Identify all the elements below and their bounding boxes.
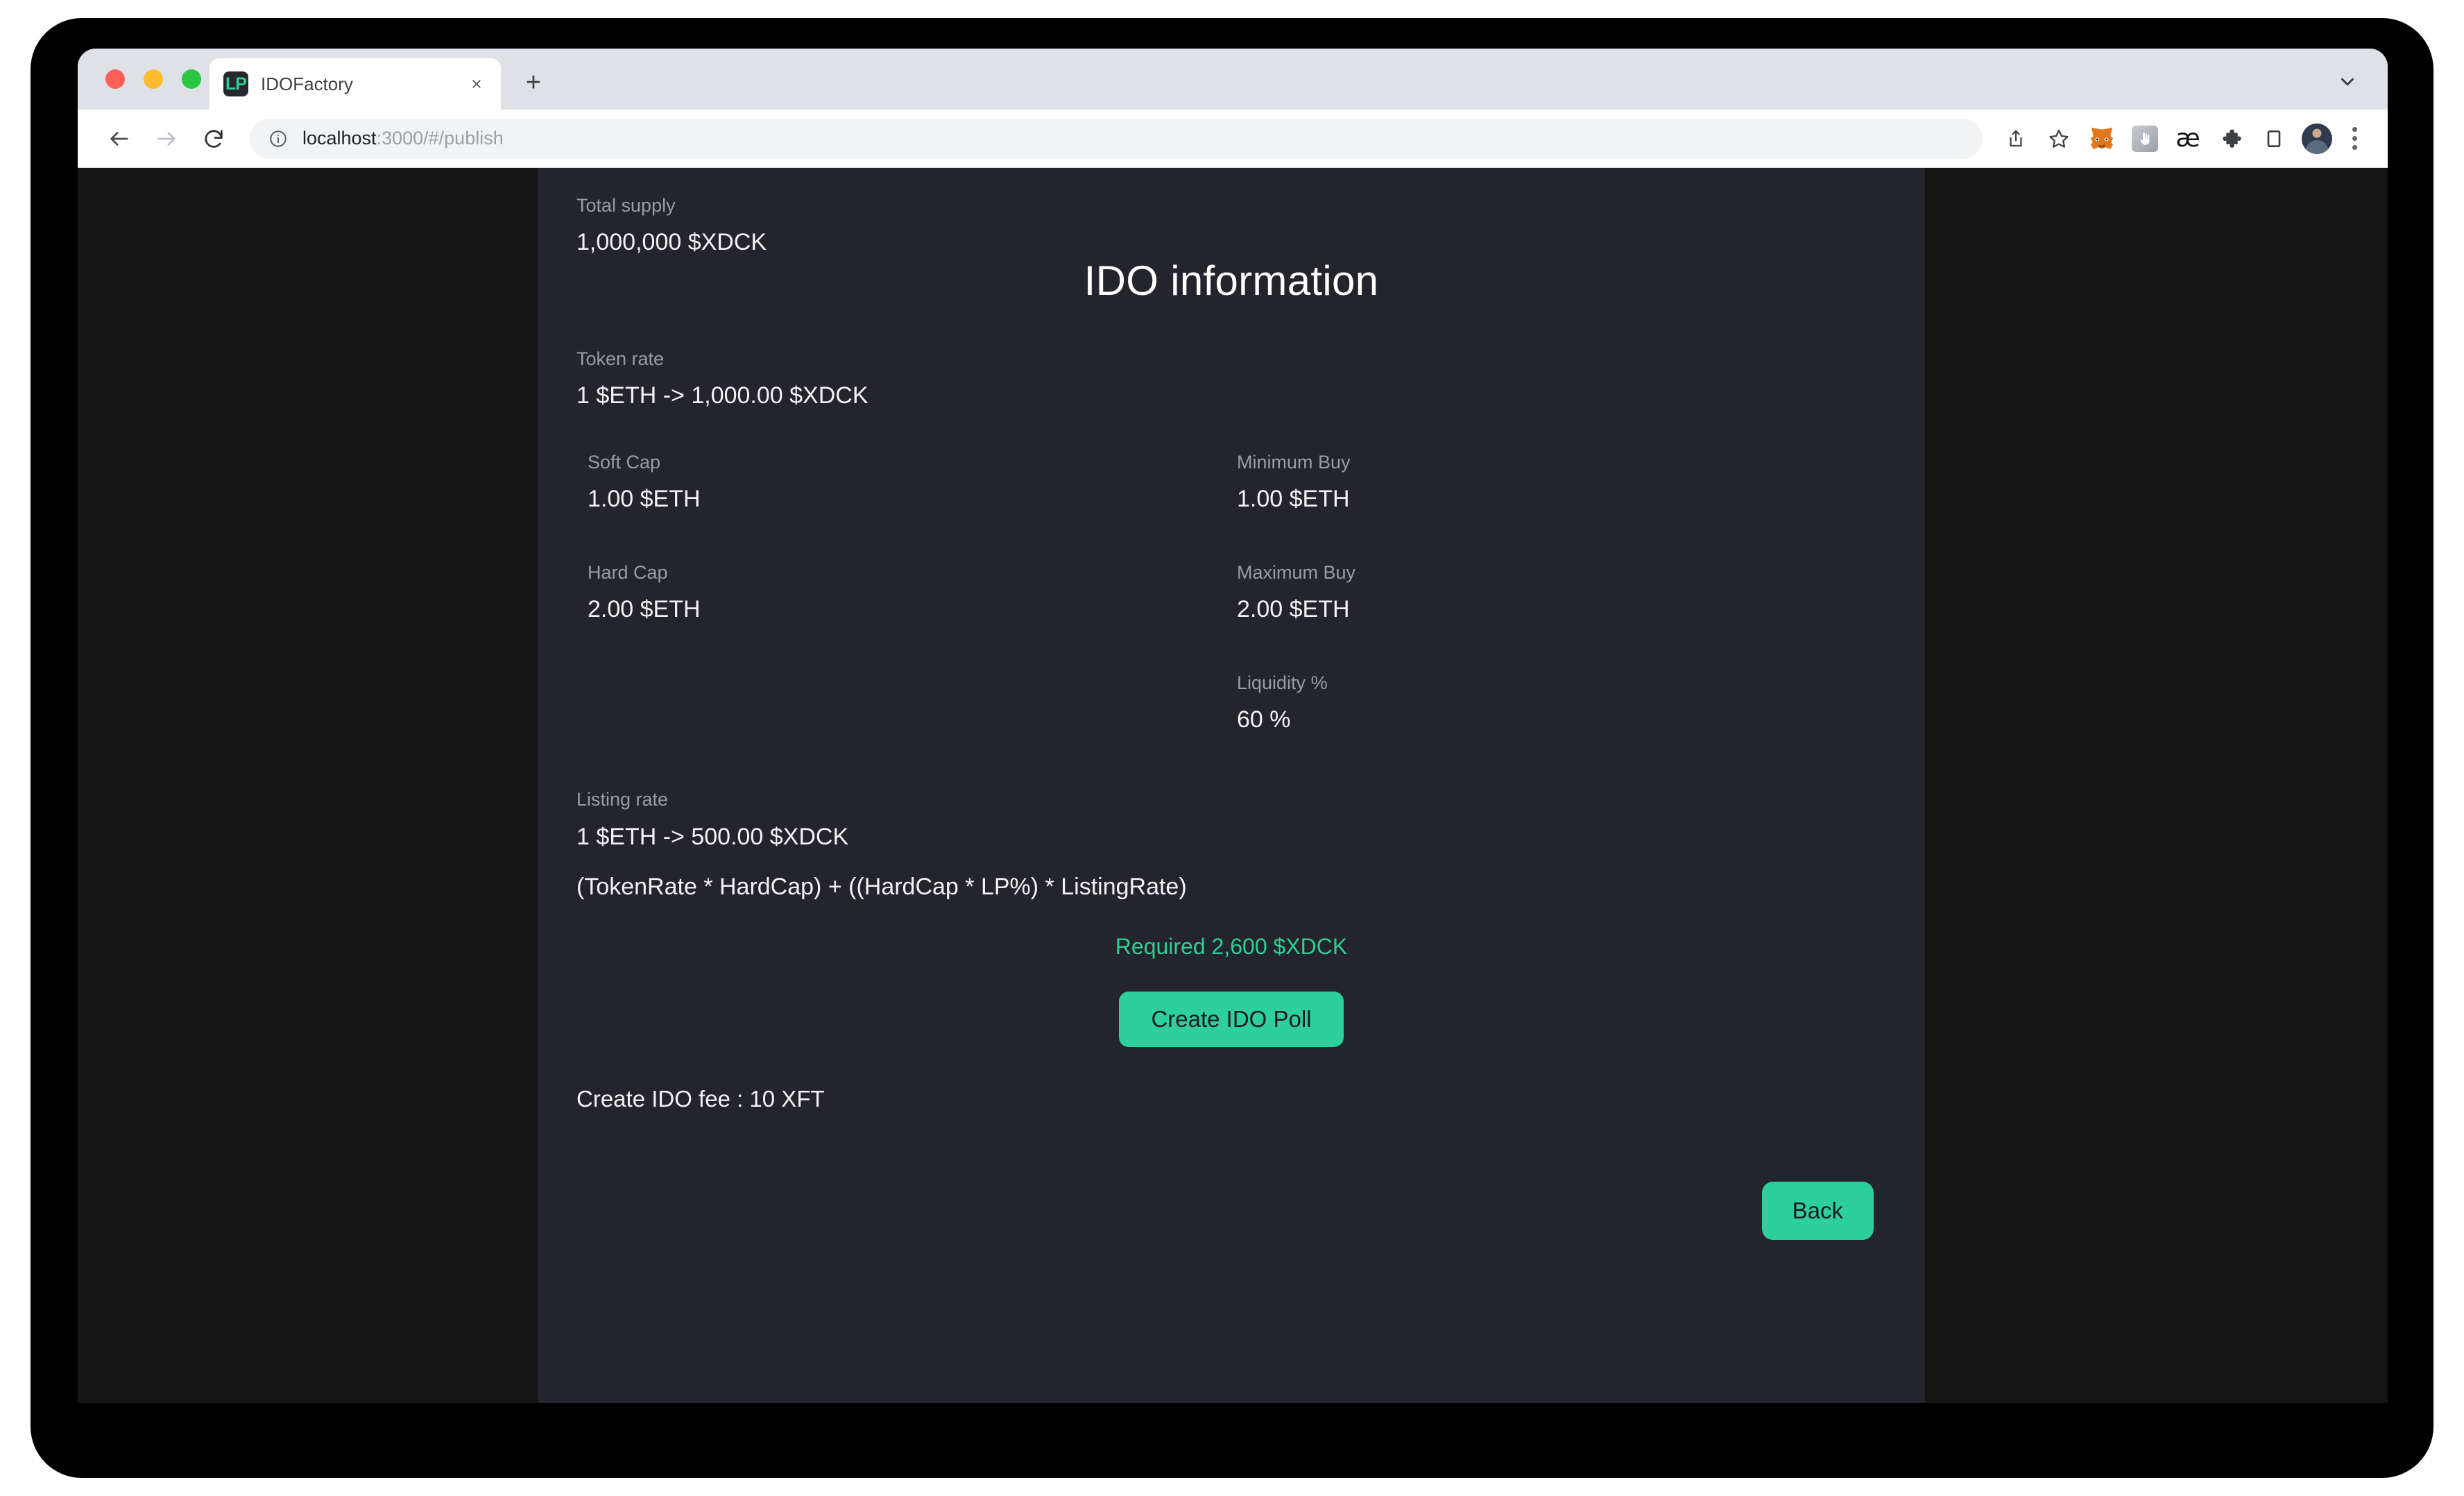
browser-toolbar: localhost:3000/#/publish æ bbox=[78, 110, 2388, 168]
window-close-button[interactable] bbox=[105, 69, 125, 89]
toolbar-actions: æ bbox=[1992, 119, 2368, 158]
field-soft-cap: Soft Cap 1.00 $ETH bbox=[588, 451, 1237, 514]
hard-cap-value: 2.00 $ETH bbox=[588, 596, 701, 623]
create-ido-fee-text: Create IDO fee : 10 XFT bbox=[576, 1086, 825, 1112]
ae-extension-icon[interactable]: æ bbox=[2168, 119, 2207, 158]
field-minimum-buy: Minimum Buy 1.00 $ETH bbox=[1237, 451, 1886, 514]
listing-rate-value: 1 $ETH -> 500.00 $XDCK bbox=[576, 823, 849, 850]
back-arrow-icon[interactable] bbox=[101, 121, 137, 157]
back-button-wrap: Back bbox=[576, 1182, 1886, 1241]
create-ido-button-wrap: Create IDO Poll bbox=[576, 991, 1886, 1048]
profile-avatar[interactable] bbox=[2302, 123, 2332, 154]
create-ido-poll-button[interactable]: Create IDO Poll bbox=[1119, 991, 1344, 1048]
total-supply-value: 1,000,000 $XDCK bbox=[576, 229, 767, 256]
chrome-menu-icon[interactable] bbox=[2341, 123, 2368, 155]
browser-tab-title: IDOFactory bbox=[261, 73, 353, 94]
required-formula-text: (TokenRate * HardCap) + ((HardCap * LP%)… bbox=[576, 874, 1187, 901]
extensions-puzzle-icon[interactable] bbox=[2211, 119, 2250, 158]
maximum-buy-label: Maximum Buy bbox=[1237, 561, 1356, 583]
share-icon[interactable] bbox=[1996, 119, 2035, 158]
row-caps-and-buys-1: Soft Cap 1.00 $ETH Minimum Buy 1.00 $ETH bbox=[576, 451, 1886, 514]
window-maximize-button[interactable] bbox=[182, 69, 201, 89]
browser-tab-strip: LP IDOFactory × + bbox=[78, 49, 2388, 110]
field-token-rate: Token rate 1 $ETH -> 1,000.00 $XDCK bbox=[576, 348, 1886, 411]
page-viewport: IDO information Total supply 1,000,000 $… bbox=[78, 168, 2388, 1403]
field-total-supply: Total supply 1,000,000 $XDCK bbox=[576, 194, 1886, 257]
address-bar-host: localhost bbox=[302, 128, 377, 148]
reload-icon[interactable] bbox=[196, 121, 232, 157]
close-icon[interactable]: × bbox=[465, 72, 488, 96]
ae-glyph: æ bbox=[2175, 124, 2200, 153]
total-supply-label: Total supply bbox=[576, 195, 676, 216]
hand-pointer-extension-icon[interactable] bbox=[2125, 119, 2164, 158]
field-listing-rate: Listing rate 1 $ETH -> 500.00 $XDCK bbox=[576, 788, 1886, 851]
forward-arrow-icon bbox=[148, 121, 185, 157]
token-rate-label: Token rate bbox=[576, 348, 665, 369]
window-minimize-button[interactable] bbox=[144, 69, 163, 89]
chevron-down-icon[interactable] bbox=[2332, 67, 2363, 97]
bookmark-star-icon[interactable] bbox=[2039, 119, 2078, 158]
address-bar-path: :3000/#/publish bbox=[376, 128, 504, 148]
address-bar[interactable]: localhost:3000/#/publish bbox=[250, 118, 1983, 159]
token-rate-value: 1 $ETH -> 1,000.00 $XDCK bbox=[576, 382, 869, 409]
field-hard-cap: Hard Cap 2.00 $ETH bbox=[588, 561, 1237, 624]
side-panel-icon[interactable] bbox=[2255, 119, 2293, 158]
metamask-extension-icon[interactable] bbox=[2082, 119, 2121, 158]
back-button[interactable]: Back bbox=[1761, 1182, 1874, 1241]
window-traffic-lights bbox=[105, 69, 201, 89]
field-liquidity-percent: Liquidity % 60 % bbox=[1237, 672, 1886, 735]
idofactory-logo-icon: LP bbox=[223, 71, 248, 96]
browser-tab[interactable]: LP IDOFactory × bbox=[209, 58, 501, 110]
field-maximum-buy: Maximum Buy 2.00 $ETH bbox=[1237, 561, 1886, 624]
row-caps-and-buys-2: Hard Cap 2.00 $ETH Maximum Buy 2.00 $ETH bbox=[576, 561, 1886, 624]
browser-window: LP IDOFactory × + localhost:3000/#/publi… bbox=[78, 49, 2388, 1403]
minimum-buy-value: 1.00 $ETH bbox=[1237, 486, 1350, 513]
info-circle-icon[interactable] bbox=[266, 127, 290, 151]
ido-information-card: IDO information Total supply 1,000,000 $… bbox=[538, 168, 1925, 1403]
maximum-buy-value: 2.00 $ETH bbox=[1237, 596, 1350, 623]
hard-cap-label: Hard Cap bbox=[588, 561, 668, 583]
soft-cap-label: Soft Cap bbox=[588, 451, 661, 473]
address-bar-url: localhost:3000/#/publish bbox=[302, 128, 504, 149]
liquidity-value: 60 % bbox=[1237, 706, 1291, 733]
minimum-buy-label: Minimum Buy bbox=[1237, 451, 1351, 473]
listing-rate-label: Listing rate bbox=[576, 789, 669, 810]
row-liquidity: Liquidity % 60 % bbox=[576, 672, 1886, 735]
required-amount-text: Required 2,600 $XDCK bbox=[1115, 933, 1348, 959]
liquidity-spacer bbox=[588, 672, 1237, 735]
soft-cap-value: 1.00 $ETH bbox=[588, 486, 701, 513]
new-tab-button[interactable]: + bbox=[519, 68, 548, 97]
page-title: IDO information bbox=[1084, 257, 1379, 304]
liquidity-label: Liquidity % bbox=[1237, 672, 1328, 693]
